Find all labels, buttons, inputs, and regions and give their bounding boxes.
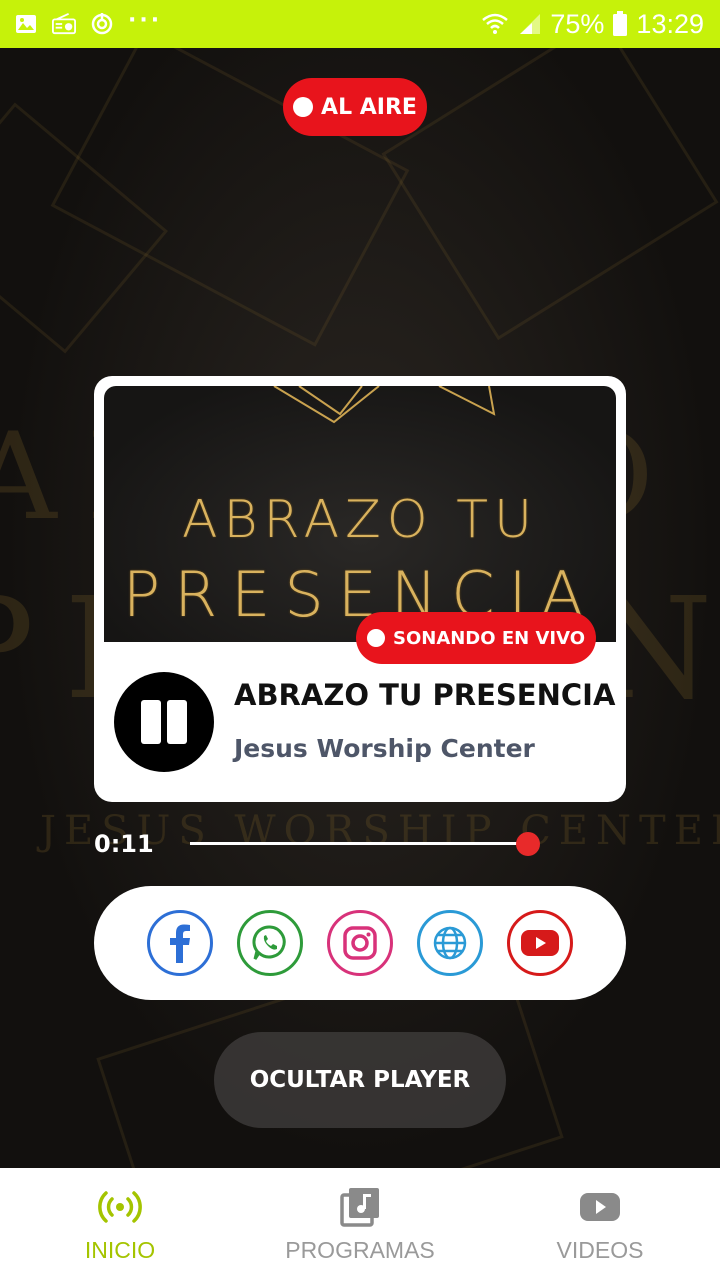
youtube-icon [580,1192,620,1221]
live-badge: SONANDO EN VIVO [356,612,596,664]
nav-label-inicio: INICIO [84,1236,156,1263]
cover-title-line1: ABRAZO TU [181,490,539,550]
broadcast-icon [98,1190,142,1223]
signal-icon [520,14,541,34]
live-dot-icon [293,97,314,117]
whatsapp-button[interactable] [237,910,303,976]
on-air-label: AL AIRE [321,94,417,120]
album-cover: ABRAZO TU PRESENCIA [104,386,616,642]
battery-icon [613,11,628,36]
globe-icon [433,926,467,960]
facebook-button[interactable] [147,910,213,976]
battery-percentage: 75% [550,8,605,39]
pause-button[interactable] [114,672,214,772]
nav-item-inicio[interactable]: INICIO [0,1168,240,1280]
on-air-badge: AL AIRE [283,78,427,136]
progress-track[interactable] [190,842,528,845]
live-dot-icon [366,629,385,647]
clock: 13:29 [636,8,704,39]
instagram-button[interactable] [327,910,393,976]
wifi-icon [482,13,509,34]
status-bar: ··· 75% 13:29 [0,0,720,48]
music-library-icon [340,1187,379,1227]
sync-icon [91,13,113,35]
nav-item-programas[interactable]: PROGRAMAS [240,1168,480,1280]
hide-player-button[interactable]: OCULTAR PLAYER [214,1032,506,1128]
elapsed-time: 0:11 [94,830,154,858]
player-card: ABRAZO TU PRESENCIA SONANDO EN VIVO ABRA… [94,376,626,802]
radio-icon [52,13,76,35]
whatsapp-icon [252,925,286,960]
youtube-icon [521,930,559,956]
progress-thumb[interactable] [516,832,540,856]
nav-label-programas: PROGRAMAS [285,1236,435,1263]
nav-item-videos[interactable]: VIDEOS [480,1168,720,1280]
facebook-icon [170,924,190,963]
song-title: ABRAZO TU PRESENCIA [234,678,616,712]
image-icon [16,15,36,33]
pause-icon-bar [167,700,187,744]
cover-ornament [273,386,496,424]
instagram-icon [343,926,377,960]
live-label: SONANDO EN VIVO [392,627,585,649]
website-button[interactable] [417,910,483,976]
bottom-navigation: INICIO PROGRAMAS VIDEOS [0,1168,720,1280]
progress-fill [190,842,528,845]
pause-icon [141,700,161,744]
more-dots-icon: ··· [128,7,163,33]
social-links [94,886,626,1000]
song-artist: Jesus Worship Center [234,734,535,763]
youtube-button[interactable] [507,910,573,976]
nav-label-videos: VIDEOS [556,1236,644,1263]
